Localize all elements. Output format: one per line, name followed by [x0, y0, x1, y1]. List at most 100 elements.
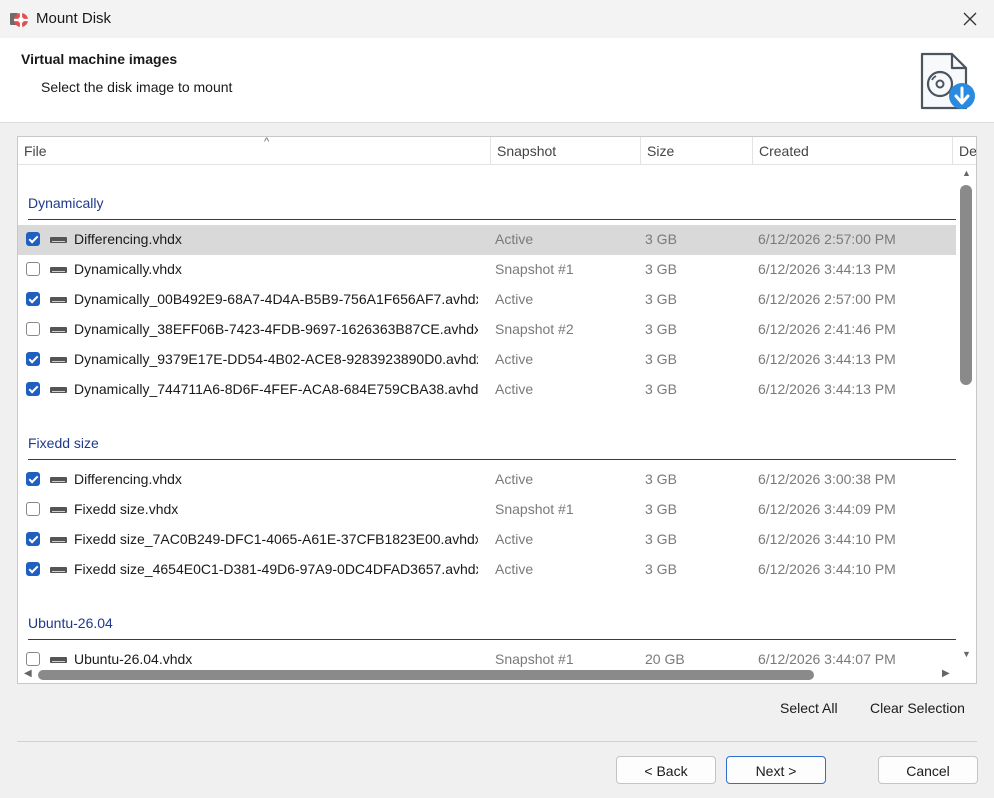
table-row[interactable]: Dynamically_9379E17E-DD54-4B02-ACE8-9283… [18, 345, 956, 375]
size-value: 3 GB [645, 531, 677, 547]
table-row[interactable]: Dynamically_38EFF06B-7423-4FDB-9697-1626… [18, 315, 956, 345]
size-value: 3 GB [645, 501, 677, 517]
column-header-size[interactable]: Size [641, 137, 753, 164]
app-lifebuoy-icon [10, 13, 28, 27]
created-value: 6/12/2026 3:44:07 PM [758, 651, 896, 667]
file-name: Dynamically_744711A6-8D6F-4FEF-ACA8-684E… [74, 381, 478, 397]
disk-drive-icon [50, 657, 67, 663]
size-value: 3 GB [645, 471, 677, 487]
scroll-right-icon[interactable]: ▶ [942, 668, 950, 679]
row-checkbox[interactable] [26, 232, 40, 246]
created-value: 6/12/2026 3:44:13 PM [758, 351, 896, 367]
sort-ascending-icon: ^ [264, 136, 270, 148]
group-divider [28, 459, 956, 460]
column-header-bar: File ^ Snapshot Size Created De [18, 137, 976, 165]
column-header-file[interactable]: File [18, 137, 491, 164]
created-value: 6/12/2026 3:44:13 PM [758, 261, 896, 277]
disk-drive-icon [50, 387, 67, 393]
file-name: Fixedd size_7AC0B249-DFC1-4065-A61E-37CF… [74, 531, 478, 547]
cancel-button[interactable]: Cancel [878, 756, 978, 784]
table-row[interactable]: Differencing.vhdx Active 3 GB 6/12/2026 3:0… [18, 465, 956, 495]
snapshot-value: Active [495, 531, 534, 547]
file-name: Dynamically_38EFF06B-7423-4FDB-9697-1626… [74, 321, 478, 337]
row-checkbox[interactable] [26, 352, 40, 366]
column-header-snapshot[interactable]: Snapshot [491, 137, 641, 164]
row-checkbox[interactable] [26, 532, 40, 546]
file-name: Fixedd size_4654E0C1-D381-49D6-97A9-0DC4… [74, 561, 478, 577]
horizontal-scrollbar[interactable]: ◀ ▶ [18, 667, 976, 683]
file-name: Differencing.vhdx [74, 231, 182, 247]
select-all-button[interactable]: Select All [780, 700, 838, 716]
disk-drive-icon [50, 507, 67, 513]
table-row[interactable]: Fixedd size_4654E0C1-D381-49D6-97A9-0DC4… [18, 555, 956, 585]
file-name: Dynamically_9379E17E-DD54-4B02-ACE8-9283… [74, 351, 478, 367]
scroll-left-icon[interactable]: ◀ [24, 668, 32, 679]
file-name: Fixedd size.vhdx [74, 501, 179, 517]
column-header-created[interactable]: Created [753, 137, 953, 164]
size-value: 3 GB [645, 561, 677, 577]
window-title: Mount Disk [36, 10, 112, 27]
disk-drive-icon [50, 327, 67, 333]
size-value: 3 GB [645, 381, 677, 397]
row-checkbox[interactable] [26, 322, 40, 336]
group-divider [28, 219, 956, 220]
disk-drive-icon [50, 567, 67, 573]
group-header: Fixedd size [28, 435, 99, 451]
disk-drive-icon [50, 477, 67, 483]
size-value: 3 GB [645, 321, 677, 337]
clear-selection-button[interactable]: Clear Selection [870, 700, 965, 716]
scroll-down-icon[interactable]: ▼ [962, 649, 971, 659]
row-checkbox[interactable] [26, 262, 40, 276]
table-row[interactable]: Differencing.vhdx Active 3 GB 6/12/2026 2:5… [18, 225, 956, 255]
table-row[interactable]: Dynamically.vhdx Snapshot #1 3 GB 6/12/2026… [18, 255, 956, 285]
created-value: 6/12/2026 3:44:13 PM [758, 381, 896, 397]
close-icon [963, 12, 977, 26]
snapshot-value: Active [495, 351, 534, 367]
snapshot-value: Active [495, 561, 534, 577]
created-value: 6/12/2026 3:00:38 PM [758, 471, 896, 487]
size-value: 3 GB [645, 231, 677, 247]
snapshot-value: Active [495, 471, 534, 487]
size-value: 20 GB [645, 651, 685, 667]
vertical-scroll-thumb[interactable] [960, 185, 972, 385]
created-value: 6/12/2026 3:44:10 PM [758, 531, 896, 547]
back-button[interactable]: < Back [616, 756, 716, 784]
close-button[interactable] [946, 0, 994, 38]
size-value: 3 GB [645, 261, 677, 277]
list-rows: Dynamically Differencing.vhdx Active 3 GB 6/… [18, 165, 958, 667]
file-name: Ubuntu-26.04.vhdx [74, 651, 193, 667]
created-value: 6/12/2026 3:44:09 PM [758, 501, 896, 517]
disk-image-list[interactable]: File ^ Snapshot Size Created De Dynamica… [17, 136, 977, 684]
column-header-description[interactable]: De [953, 137, 976, 164]
group-header: Ubuntu-26.04 [28, 615, 113, 631]
disk-image-download-icon [920, 52, 975, 110]
snapshot-value: Snapshot #2 [495, 321, 574, 337]
row-checkbox[interactable] [26, 472, 40, 486]
file-name: Dynamically_00B492E9-68A7-4D4A-B5B9-756A… [74, 291, 478, 307]
file-name: Differencing.vhdx [74, 471, 182, 487]
disk-drive-icon [50, 297, 67, 303]
table-row[interactable]: Dynamically_00B492E9-68A7-4D4A-B5B9-756A… [18, 285, 956, 315]
row-checkbox[interactable] [26, 382, 40, 396]
table-row[interactable]: Fixedd size.vhdx Snapshot #1 3 GB 6/12/2026… [18, 495, 956, 525]
header-title: Virtual machine images [21, 51, 178, 67]
horizontal-scroll-thumb[interactable] [38, 670, 814, 680]
disk-drive-icon [50, 237, 67, 243]
next-button[interactable]: Next > [726, 756, 826, 784]
disk-drive-icon [50, 537, 67, 543]
created-value: 6/12/2026 3:44:10 PM [758, 561, 896, 577]
vertical-scrollbar[interactable]: ▲ ▼ [958, 165, 976, 667]
created-value: 6/12/2026 2:57:00 PM [758, 291, 896, 307]
row-checkbox[interactable] [26, 502, 40, 516]
row-checkbox[interactable] [26, 292, 40, 306]
title-bar: Mount Disk [0, 0, 994, 38]
table-row[interactable]: Ubuntu-26.04.vhdx Snapshot #1 20 GB 6/12/20… [18, 645, 956, 667]
scroll-up-icon[interactable]: ▲ [962, 168, 971, 178]
row-checkbox[interactable] [26, 652, 40, 666]
file-name: Dynamically.vhdx [74, 261, 182, 277]
group-header: Dynamically [28, 195, 104, 211]
table-row[interactable]: Dynamically_744711A6-8D6F-4FEF-ACA8-684E… [18, 375, 956, 405]
row-checkbox[interactable] [26, 562, 40, 576]
snapshot-value: Active [495, 291, 534, 307]
table-row[interactable]: Fixedd size_7AC0B249-DFC1-4065-A61E-37CF… [18, 525, 956, 555]
